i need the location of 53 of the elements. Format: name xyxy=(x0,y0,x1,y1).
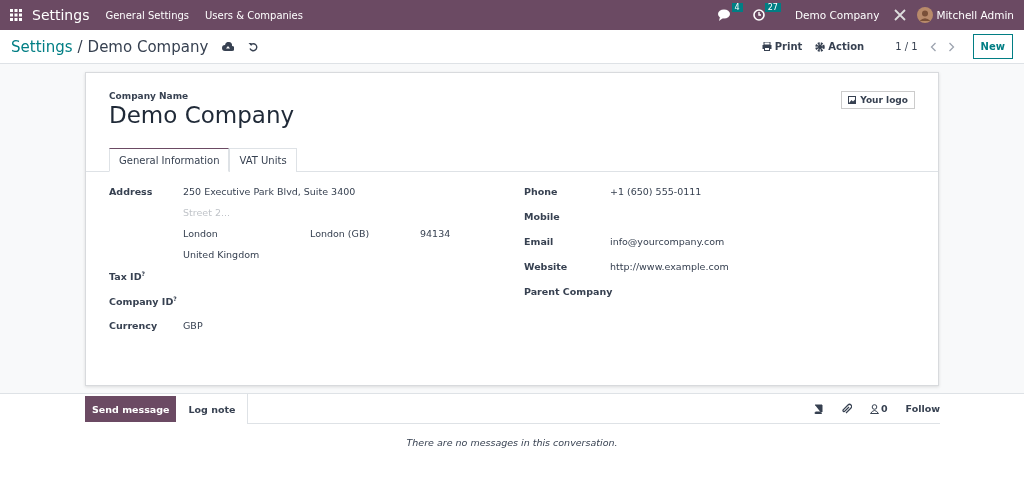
logo-button[interactable]: Your logo xyxy=(841,91,915,109)
field-value[interactable]: info@yourcompany.com xyxy=(610,236,725,248)
app-name[interactable]: Settings xyxy=(32,7,90,23)
cloud-upload-icon[interactable] xyxy=(222,42,235,51)
field-value[interactable]: +1 (650) 555-0111 xyxy=(610,186,702,198)
chat-icon[interactable] xyxy=(717,9,732,21)
paperclip-icon[interactable] xyxy=(840,402,852,415)
state-field[interactable]: London (GB) xyxy=(310,228,420,240)
tab[interactable]: General Information xyxy=(109,148,230,172)
menu-item[interactable]: General Settings xyxy=(105,9,190,21)
breadcrumb-link[interactable]: Settings xyxy=(11,37,73,56)
field-label: Company ID$^{?}$ xyxy=(109,295,178,308)
person-icon[interactable] xyxy=(869,403,879,414)
send-message-button[interactable]: Send message xyxy=(85,396,177,422)
street-field[interactable]: 250 Executive Park Blvd, Suite 3400 xyxy=(183,186,451,198)
field-value[interactable]: GBP xyxy=(183,320,203,332)
field-label: Mobile xyxy=(524,211,561,222)
tab[interactable]: VAT Units xyxy=(229,148,297,172)
followers-count[interactable]: 0 xyxy=(880,403,888,414)
printer-icon xyxy=(761,42,772,51)
activity-count-badge: 27 xyxy=(764,3,781,12)
gear-icon xyxy=(815,41,826,52)
tools-icon[interactable] xyxy=(893,8,908,22)
empty-message: There are no messages in this conversation. xyxy=(405,437,619,448)
print-button[interactable]: Print xyxy=(759,41,805,52)
country-field[interactable]: United Kingdom xyxy=(183,249,451,261)
breadcrumb-current: Demo Company xyxy=(87,37,209,56)
company-switcher[interactable]: Demo Company xyxy=(794,9,880,21)
field-label: Email xyxy=(524,236,555,247)
field-label: Phone xyxy=(524,186,559,197)
user-avatar[interactable] xyxy=(917,7,934,23)
message-count-badge: 4 xyxy=(731,3,743,12)
field-label: Parent Company xyxy=(524,286,610,297)
new-button[interactable]: New xyxy=(972,34,1013,59)
undo-icon[interactable] xyxy=(248,41,259,52)
company-name-field[interactable]: Demo Company xyxy=(109,102,295,128)
follow-button[interactable]: Follow xyxy=(905,403,940,414)
field-label: Company Name xyxy=(109,91,190,101)
clock-icon[interactable] xyxy=(752,9,765,21)
field-value[interactable]: http://www.example.com xyxy=(610,261,729,273)
pager-value[interactable]: 1 / 1 xyxy=(895,41,918,52)
city-field[interactable]: London xyxy=(183,228,310,240)
user-name[interactable]: Mitchell Admin xyxy=(936,9,1014,21)
image-icon xyxy=(848,96,857,104)
zip-field[interactable]: 94134 xyxy=(420,228,451,240)
action-button[interactable]: Action xyxy=(813,41,867,52)
menu-item[interactable]: Users & Companies xyxy=(205,9,303,21)
field-label: Tax ID$^{?}$ xyxy=(109,270,146,283)
apps-menu-icon[interactable] xyxy=(10,9,22,21)
field-label: Address xyxy=(109,186,154,197)
field-label: Currency xyxy=(109,320,159,331)
field-label: Website xyxy=(524,261,569,272)
breadcrumb-separator: / xyxy=(77,37,83,56)
